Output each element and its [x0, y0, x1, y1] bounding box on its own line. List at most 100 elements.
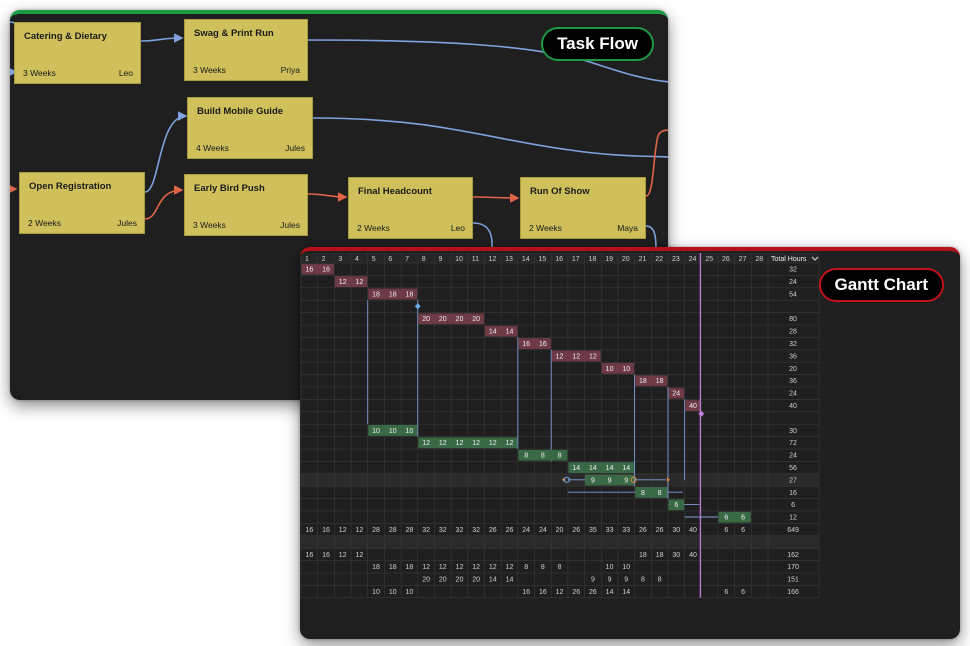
- resource-hours: 10: [406, 589, 414, 596]
- column-header: 6: [388, 256, 392, 263]
- task-owner: Priya: [280, 65, 300, 75]
- column-header: 19: [605, 256, 613, 263]
- row-total-hours: 24: [789, 279, 797, 286]
- column-header: 28: [755, 256, 763, 263]
- bar-hours-label: 9: [591, 477, 595, 484]
- row-total-hours: 27: [789, 477, 797, 484]
- resource-hours: 12: [506, 564, 514, 571]
- bar-hours-label: 18: [639, 378, 647, 385]
- task-bar[interactable]: [718, 511, 751, 523]
- bar-hours-label: 40: [689, 403, 697, 410]
- column-total-hours: 30: [672, 527, 680, 534]
- column-total-hours: 6: [741, 527, 745, 534]
- resource-total-hours: 162: [787, 552, 799, 559]
- resource-hours: 14: [622, 589, 630, 596]
- column-header: 26: [722, 256, 730, 263]
- bar-hours-label: 12: [472, 440, 480, 447]
- task-node[interactable]: Run Of Show 2 Weeks Maya: [520, 177, 646, 239]
- bar-hours-label: 8: [641, 490, 645, 497]
- resource-hours: 18: [389, 564, 397, 571]
- column-header: 15: [539, 256, 547, 263]
- gantt-chart-panel: 1 2 3 4 5 6 7 8 9 10 11 12 13 14 15 16 17 18 19 20 21 22 23 24 2…: [300, 247, 960, 639]
- task-node[interactable]: Final Headcount 2 Weeks Leo: [348, 177, 473, 239]
- column-header: 18: [589, 256, 597, 263]
- row-total-hours: 28: [789, 329, 797, 336]
- row-total-hours: 72: [789, 440, 797, 447]
- column-header: 17: [572, 256, 580, 263]
- bar-hours-label: 18: [389, 291, 397, 298]
- row-total-hours: 16: [789, 490, 797, 497]
- task-node[interactable]: Swag & Print Run 3 Weeks Priya: [184, 19, 308, 81]
- column-header: 12: [488, 256, 496, 263]
- column-total-hours: 28: [372, 527, 380, 534]
- task-duration: 2 Weeks: [28, 218, 61, 228]
- column-total-hours: 24: [522, 527, 530, 534]
- bar-hours-label: 10: [606, 366, 614, 373]
- column-total-hours: 26: [656, 527, 664, 534]
- bar-hours-label: 10: [389, 428, 397, 435]
- bar-hours-label: 12: [355, 279, 363, 286]
- task-name: Run Of Show: [530, 186, 590, 197]
- column-header: 5: [372, 256, 376, 263]
- task-bar[interactable]: [418, 437, 518, 449]
- column-total-hours: 26: [489, 527, 497, 534]
- bar-hours-label: 6: [741, 515, 745, 522]
- task-duration: 3 Weeks: [193, 65, 226, 75]
- task-bar[interactable]: [635, 487, 668, 498]
- task-owner: Jules: [117, 218, 137, 228]
- column-header: 4: [355, 256, 359, 263]
- column-header: 7: [405, 256, 409, 263]
- row-total-hours: 6: [791, 502, 795, 509]
- bar-hours-label: 14: [622, 465, 630, 472]
- resource-hours: 20: [472, 577, 480, 584]
- task-node[interactable]: Open Registration 2 Weeks Jules: [19, 172, 145, 234]
- bar-hours-label: 12: [456, 440, 464, 447]
- column-header: 14: [522, 256, 530, 263]
- resource-hours: 8: [541, 564, 545, 571]
- bar-hours-label: 24: [672, 391, 680, 398]
- column-header: 22: [655, 256, 663, 263]
- bar-hours-label: 12: [572, 353, 580, 360]
- bar-hours-label: 16: [539, 341, 547, 348]
- column-total-hours: 26: [572, 527, 580, 534]
- column-total-hours: 32: [439, 527, 447, 534]
- resource-hours: 14: [506, 577, 514, 584]
- bar-hours-label: 12: [506, 440, 514, 447]
- resource-hours: 14: [606, 589, 614, 596]
- column-total-hours: 28: [406, 527, 414, 534]
- bar-hours-label: 12: [489, 440, 497, 447]
- resource-hours: 12: [422, 564, 430, 571]
- gantt-grid: 1 2 3 4 5 6 7 8 9 10 11 12 13 14 15 16 17 18 19 20 21 22 23 24 2…: [300, 253, 820, 599]
- task-node[interactable]: Catering & Dietary 3 Weeks Leo: [14, 22, 141, 84]
- column-header: 10: [455, 256, 463, 263]
- task-name: Open Registration: [29, 181, 112, 192]
- resource-hours: 16: [539, 589, 547, 596]
- column-header: 20: [622, 256, 630, 263]
- column-total-hours: 6: [724, 527, 728, 534]
- link-catering-swag: [140, 33, 184, 43]
- bar-hours-label: 6: [674, 502, 678, 509]
- resource-hours: 18: [372, 564, 380, 571]
- task-name: Final Headcount: [358, 186, 432, 197]
- column-header: 27: [739, 256, 747, 263]
- column-total-hours: 33: [622, 527, 630, 534]
- link-mobile-out: [311, 117, 668, 158]
- resource-hours: 9: [591, 577, 595, 584]
- bar-hours-label: 10: [622, 366, 630, 373]
- resource-hours: 40: [689, 552, 697, 559]
- resource-total-hours: 166: [787, 589, 799, 596]
- column-total-hours: 26: [639, 527, 647, 534]
- total-hours-header: Total Hours: [771, 256, 807, 263]
- resource-hours: 8: [658, 577, 662, 584]
- bar-hours-label: 18: [406, 291, 414, 298]
- column-header: 21: [639, 256, 647, 263]
- bar-hours-label: 16: [322, 267, 330, 274]
- bar-hours-label: 9: [624, 477, 628, 484]
- column-total-hours: 32: [422, 527, 430, 534]
- task-node[interactable]: Early Bird Push 3 Weeks Jules: [184, 174, 308, 236]
- column-total-hours: 26: [506, 527, 514, 534]
- selected-row[interactable]: [300, 473, 820, 487]
- task-node[interactable]: Build Mobile Guide 4 Weeks Jules: [187, 97, 313, 159]
- milestone-diamond-icon[interactable]: [414, 303, 421, 310]
- column-header: 23: [672, 256, 680, 263]
